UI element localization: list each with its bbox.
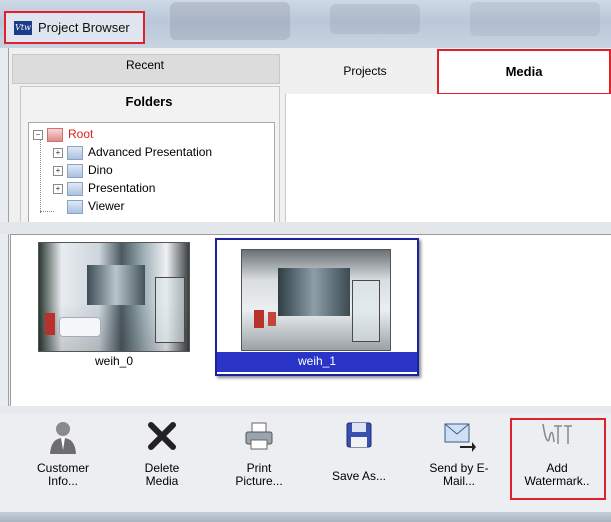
expand-icon[interactable]: +: [53, 165, 63, 176]
tree-item-label: Root: [68, 127, 94, 141]
tree-item-dino[interactable]: + Dino: [53, 163, 113, 179]
image-detail: [268, 312, 276, 326]
tab-recent[interactable]: Recent: [12, 58, 278, 72]
tab-projects[interactable]: Projects: [290, 64, 440, 86]
expand-icon[interactable]: +: [53, 147, 63, 158]
folder-tree[interactable]: − Root + Advanced Presentation + Dino + Pres…: [28, 122, 275, 224]
button-label: Print Picture...: [235, 461, 283, 488]
button-label: Delete Media: [144, 461, 180, 488]
image-detail: [87, 265, 145, 305]
background-blur: [170, 2, 290, 40]
background-blur: [330, 4, 420, 34]
watermark-icon: [539, 420, 575, 456]
delete-x-icon: [144, 420, 180, 456]
tree-line: [40, 211, 54, 212]
button-label: Customer Info...: [36, 461, 89, 488]
folder-icon: [47, 127, 63, 142]
save-as-button[interactable]: Save As...: [314, 420, 404, 500]
person-icon: [45, 420, 81, 456]
background-blur: [470, 2, 600, 36]
customer-info-button[interactable]: Customer Info...: [18, 420, 108, 500]
window-title-highlight: Vtw Project Browser: [4, 11, 145, 44]
thumbnail-label-selected[interactable]: weih_1: [217, 352, 417, 372]
send-by-email-button[interactable]: Send by E- Mail...: [414, 420, 504, 500]
button-label: Send by E- Mail...: [429, 461, 489, 488]
button-label: Save As...: [331, 469, 387, 483]
button-label: Add Watermark..: [524, 461, 590, 488]
image-detail: [254, 310, 264, 328]
image-detail: [45, 313, 55, 335]
thumbnail-image[interactable]: [241, 249, 391, 351]
image-detail: [59, 317, 101, 337]
tree-item-advanced-presentation[interactable]: + Advanced Presentation: [53, 145, 212, 161]
tree-item-label: Viewer: [88, 199, 125, 213]
delete-media-button[interactable]: Delete Media: [117, 420, 207, 500]
tree-item-label: Presentation: [88, 181, 156, 195]
tree-item-root[interactable]: − Root: [33, 127, 93, 143]
tree-line: [40, 139, 41, 213]
collapse-icon[interactable]: −: [33, 129, 43, 140]
print-picture-button[interactable]: Print Picture...: [214, 420, 304, 500]
tree-item-label: Dino: [88, 163, 113, 177]
app-logo-icon: Vtw: [14, 21, 32, 35]
add-watermark-button[interactable]: Add Watermark..: [512, 420, 602, 500]
folder-icon: [67, 145, 83, 160]
image-detail: [352, 280, 380, 342]
thumbnail-image[interactable]: [38, 242, 190, 352]
tab-media[interactable]: Media: [437, 64, 611, 79]
expand-icon[interactable]: +: [53, 183, 63, 194]
folders-header: Folders: [125, 94, 173, 109]
envelope-icon: [441, 420, 477, 456]
tree-item-label: Advanced Presentation: [88, 145, 213, 159]
folder-icon: [67, 199, 83, 214]
folder-icon: [67, 181, 83, 196]
tree-item-presentation[interactable]: + Presentation: [53, 181, 155, 197]
floppy-disk-icon: [341, 420, 377, 456]
window-title: Project Browser: [38, 20, 130, 35]
folder-icon: [67, 163, 83, 178]
media-detail-area: [285, 94, 611, 222]
image-detail: [278, 268, 350, 316]
pane-splitter[interactable]: [0, 222, 611, 234]
image-detail: [155, 277, 185, 343]
window-bottom-edge: [0, 512, 611, 522]
thumbnail-label[interactable]: weih_0: [30, 354, 198, 368]
tree-item-viewer[interactable]: Viewer: [67, 199, 124, 215]
printer-icon: [241, 420, 277, 456]
